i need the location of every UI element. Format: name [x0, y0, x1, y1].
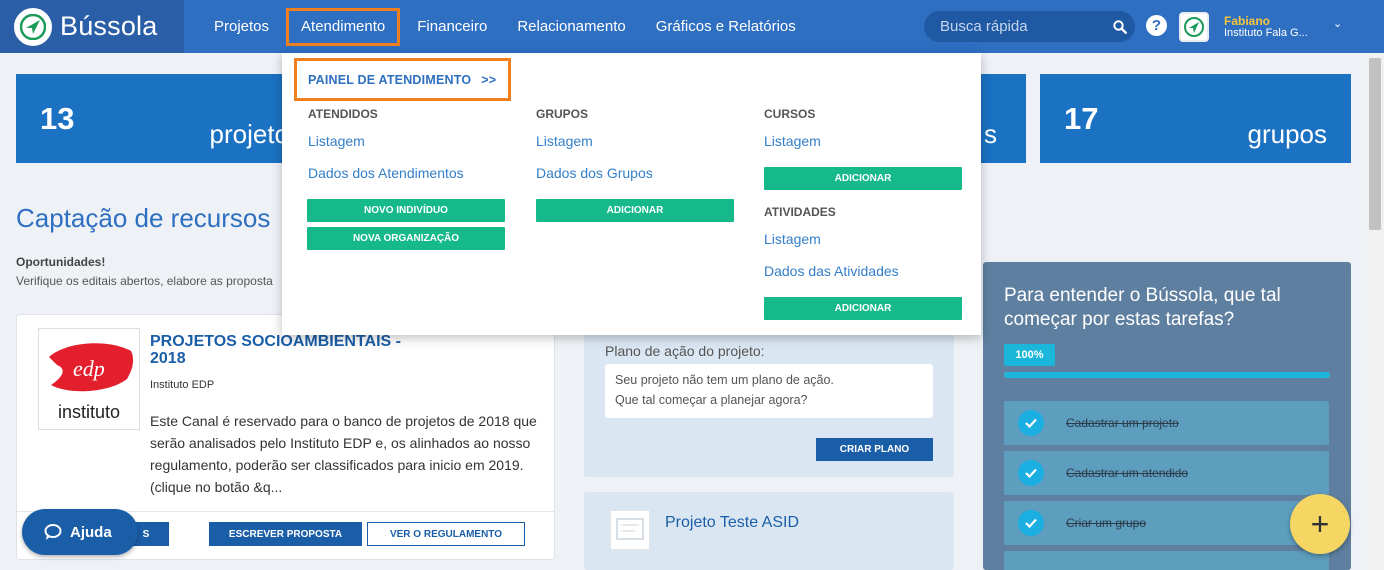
check-icon — [1018, 510, 1044, 536]
double-arrow-icon: >> — [481, 72, 497, 87]
plan-label: Plano de ação do projeto: — [605, 343, 765, 359]
user-organization[interactable]: Instituto Fala G... — [1224, 27, 1308, 39]
task-label: Cadastrar um projeto — [1066, 416, 1179, 430]
check-icon — [1018, 460, 1044, 486]
nav-relacionamento[interactable]: Relacionamento — [502, 0, 640, 53]
atendidos-listagem-link[interactable]: Listagem — [308, 133, 365, 149]
create-plan-button[interactable]: CRIAR PLANO — [816, 438, 933, 461]
projects-tile[interactable]: 13 projetos — [16, 74, 302, 163]
grupos-heading: GRUPOS — [536, 107, 589, 121]
atendidos-dados-link[interactable]: Dados dos Atendimentos — [308, 165, 464, 181]
atendimento-dropdown-menu: PAINEL DE ATENDIMENTO >> ATENDIDOS Lista… — [282, 53, 981, 335]
grupos-listagem-link[interactable]: Listagem — [536, 133, 593, 149]
top-navigation-bar: Bússola Projetos Atendimento Financeiro … — [0, 0, 1384, 53]
section-title: Captação de recursos — [16, 203, 271, 233]
nav-projetos[interactable]: Projetos — [199, 0, 284, 53]
grupos-dados-link[interactable]: Dados dos Grupos — [536, 165, 653, 181]
help-label: Ajuda — [70, 523, 112, 541]
cursos-listagem-link[interactable]: Listagem — [764, 133, 821, 149]
help-chat-button[interactable]: Ajuda — [22, 509, 138, 555]
task-item[interactable]: Cadastrar um projeto — [1004, 401, 1329, 445]
nav-financeiro[interactable]: Financeiro — [402, 0, 502, 53]
cursos-heading: CURSOS — [764, 107, 816, 121]
task-item[interactable]: Criar um grupo — [1004, 501, 1329, 545]
search-placeholder: Busca rápida — [940, 18, 1028, 35]
plan-message-line: Que tal começar a planejar agora? — [615, 393, 808, 407]
app-name: Bússola — [60, 11, 158, 41]
action-plan-card: Plano de ação do projeto: Seu projeto nã… — [584, 332, 954, 477]
nav-graficos-relatorios[interactable]: Gráficos e Relatórios — [641, 0, 811, 53]
app-logo[interactable]: Bússola — [0, 0, 184, 53]
logo-caption: instituto — [58, 402, 120, 422]
atividades-listagem-link[interactable]: Listagem — [764, 231, 821, 247]
help-icon[interactable]: ? — [1146, 15, 1167, 36]
edp-logo: edp instituto — [38, 328, 140, 430]
atividades-heading: ATIVIDADES — [764, 205, 836, 219]
compass-icon — [14, 7, 52, 46]
new-individual-button[interactable]: NOVO INDIVÍDUO — [307, 199, 505, 222]
opportunities-heading: Oportunidades! — [16, 255, 106, 269]
tile-label: grupos — [1247, 119, 1328, 149]
groups-tile[interactable]: 17 grupos — [1040, 74, 1351, 163]
plan-message-box: Seu projeto não tem um plano de ação. Qu… — [605, 364, 933, 418]
avatar[interactable] — [1179, 12, 1209, 42]
progress-badge: 100% — [1004, 344, 1055, 366]
check-icon — [1018, 410, 1044, 436]
view-rules-button[interactable]: VER O REGULAMENTO — [367, 522, 525, 546]
panel-link[interactable]: PAINEL DE ATENDIMENTO >> — [294, 58, 511, 101]
progress-bar — [1004, 372, 1330, 378]
atendidos-heading: ATENDIDOS — [308, 107, 378, 121]
panel-link-label: PAINEL DE ATENDIMENTO — [308, 72, 472, 87]
project-title[interactable]: Projeto Teste ASID — [665, 514, 799, 532]
search-icon[interactable] — [1105, 19, 1135, 34]
plan-message-line: Seu projeto não tem um plano de ação. — [615, 373, 834, 387]
tile-label: s — [984, 119, 997, 149]
task-item[interactable]: Cadastrar um atendido — [1004, 451, 1329, 495]
task-item[interactable] — [1004, 551, 1329, 570]
card-organization: Instituto EDP — [150, 379, 215, 391]
tile-number: 17 — [1064, 101, 1099, 136]
write-proposal-button[interactable]: ESCREVER PROPOSTA — [209, 522, 362, 546]
opportunities-description: Verifique os editais abertos, elabore as… — [16, 274, 273, 288]
project-thumbnail — [610, 510, 650, 550]
chat-bubble-icon — [44, 524, 62, 540]
nav-atendimento[interactable]: Atendimento — [286, 7, 401, 46]
main-nav: Projetos Atendimento Financeiro Relacion… — [199, 0, 811, 53]
chevron-down-icon[interactable]: ⌄ — [1333, 17, 1342, 30]
atividades-dados-link[interactable]: Dados das Atividades — [764, 263, 899, 279]
add-group-button[interactable]: ADICIONAR — [536, 199, 734, 222]
tile-number: 13 — [40, 101, 75, 136]
scrollbar-thumb[interactable] — [1369, 58, 1381, 230]
new-organization-button[interactable]: NOVA ORGANIZAÇÃO — [307, 227, 505, 250]
user-name[interactable]: Fabiano — [1224, 14, 1270, 28]
card-title[interactable]: PROJETOS SOCIOAMBIENTAIS - 2018 — [150, 333, 410, 367]
logo-text: edp — [73, 356, 105, 381]
add-course-button[interactable]: ADICIONAR — [764, 167, 962, 190]
add-fab-button[interactable]: + — [1290, 494, 1350, 554]
task-label: Criar um grupo — [1066, 516, 1147, 530]
task-label: Cadastrar um atendido — [1066, 466, 1189, 480]
card-description: Este Canal é reservado para o banco de p… — [150, 413, 537, 495]
progress-fill — [1004, 372, 1330, 378]
tasks-title: Para entender o Bússola, que tal começar… — [1004, 285, 1281, 330]
add-activity-button[interactable]: ADICIONAR — [764, 297, 962, 320]
quick-search-input[interactable]: Busca rápida — [924, 11, 1135, 42]
project-card[interactable]: Projeto Teste ASID — [584, 492, 954, 570]
